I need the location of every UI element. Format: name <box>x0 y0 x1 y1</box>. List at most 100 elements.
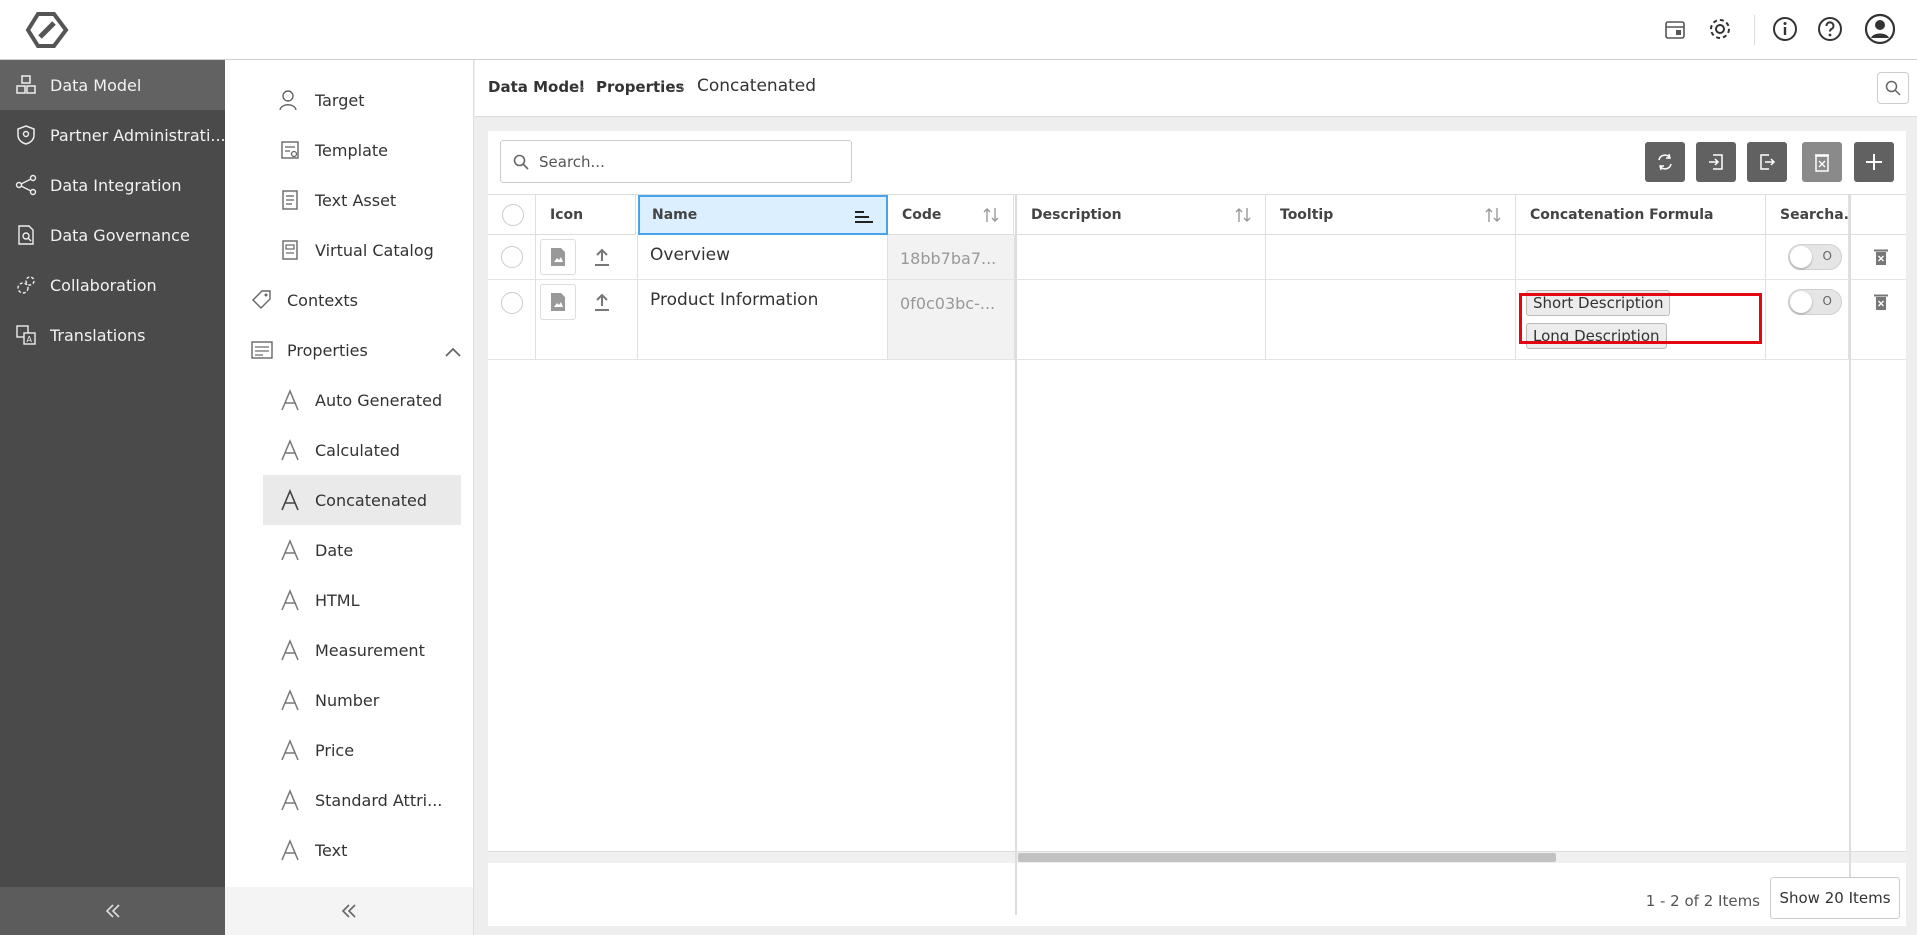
row-description-cell[interactable] <box>1015 235 1266 280</box>
import-button[interactable] <box>1696 142 1736 182</box>
attribute-a-icon <box>277 487 303 513</box>
frozen-scrollbar[interactable] <box>488 851 1015 863</box>
submenu-item-calculated[interactable]: Calculated <box>263 425 461 475</box>
collapse-nav-button[interactable] <box>0 887 225 935</box>
search-input[interactable] <box>539 152 829 171</box>
row-formula-cell[interactable] <box>1516 235 1766 280</box>
nav-item-translations[interactable]: A Translations <box>0 310 225 360</box>
submenu-item-template[interactable]: Template <box>263 125 461 175</box>
collapse-submenu-button[interactable] <box>225 887 473 935</box>
submenu-item-price[interactable]: Price <box>263 725 461 775</box>
column-header-code[interactable]: Code <box>888 195 1014 235</box>
row-name-cell[interactable]: Overview <box>638 235 888 280</box>
row-select-checkbox[interactable] <box>500 246 523 268</box>
column-header-searchable[interactable]: Searcha.. <box>1766 195 1849 235</box>
help-icon[interactable] <box>1815 14 1845 44</box>
sort-descending-icon[interactable] <box>854 207 874 227</box>
submenu-item-text[interactable]: Text <box>263 825 461 875</box>
column-header-label: Tooltip <box>1280 206 1334 223</box>
column-header-concatenation-formula[interactable]: Concatenation Formula <box>1516 195 1766 235</box>
import-icon <box>1709 154 1723 170</box>
sort-icon[interactable] <box>1233 205 1253 225</box>
properties-panel: Icon Name Code Description Tooltip Conca… <box>488 131 1906 926</box>
submenu-item-concatenated[interactable]: Concatenated <box>263 475 461 525</box>
chevron-up-icon[interactable] <box>445 342 461 361</box>
submenu-item-text-asset[interactable]: Text Asset <box>263 175 461 225</box>
row-tooltip-cell[interactable] <box>1266 235 1516 280</box>
app-logo[interactable] <box>24 10 70 50</box>
delete-icon[interactable] <box>1871 246 1891 268</box>
column-header-description[interactable]: Description <box>1015 195 1266 235</box>
row-actions-cell <box>1849 280 1906 360</box>
submenu-item-date[interactable]: Date <box>263 525 461 575</box>
actions-scrollbar[interactable] <box>1851 851 1906 863</box>
sort-icon[interactable] <box>1483 205 1503 225</box>
row-name-cell[interactable]: Product Information <box>638 280 888 360</box>
row-select-cell <box>488 280 536 360</box>
horizontal-scrollbar-thumb[interactable] <box>1018 853 1556 862</box>
delete-icon[interactable] <box>1871 291 1891 313</box>
topbar-divider <box>1754 15 1755 45</box>
select-all-checkbox[interactable] <box>502 203 524 226</box>
submenu-item-label: Contexts <box>287 290 359 310</box>
row-description-cell[interactable] <box>1015 280 1266 360</box>
sort-icon[interactable] <box>981 205 1001 225</box>
info-icon[interactable] <box>1770 14 1800 44</box>
nav-item-label: Translations <box>50 325 146 345</box>
template-icon <box>277 137 303 163</box>
breadcrumb-properties[interactable]: Properties <box>596 78 684 96</box>
submenu-item-label: Concatenated <box>315 490 428 510</box>
add-button[interactable] <box>1854 142 1894 182</box>
submenu-item-measurement[interactable]: Measurement <box>263 625 461 675</box>
export-button[interactable] <box>1747 142 1787 182</box>
column-header-tooltip[interactable]: Tooltip <box>1266 195 1516 235</box>
column-header-name[interactable]: Name <box>638 195 888 235</box>
upload-icon[interactable] <box>590 290 614 314</box>
submenu-item-html[interactable]: HTML <box>263 575 461 625</box>
search-icon <box>1885 80 1901 96</box>
column-header-label: Name <box>652 207 698 223</box>
calendar-icon[interactable] <box>1660 14 1690 44</box>
delete-selected-button[interactable] <box>1802 142 1842 182</box>
submenu-item-auto-generated[interactable]: Auto Generated <box>263 375 461 425</box>
upload-icon[interactable] <box>590 245 614 269</box>
row-icon-cell <box>536 235 638 280</box>
column-header-label: Code <box>902 206 942 223</box>
column-header-icon[interactable]: Icon <box>536 195 636 235</box>
select-all-header <box>488 195 536 235</box>
gear-icon[interactable] <box>1705 14 1735 44</box>
searchable-toggle[interactable]: O <box>1788 289 1842 315</box>
submenu-item-label: Text <box>315 840 348 860</box>
refresh-button[interactable] <box>1645 142 1685 182</box>
searchable-toggle[interactable]: O <box>1788 244 1842 270</box>
delete-icon <box>1815 154 1829 172</box>
page-size-button[interactable]: Show 20 Items <box>1770 877 1900 919</box>
nav-item-collaboration[interactable]: Collaboration <box>0 260 225 310</box>
text-document-icon <box>277 187 303 213</box>
row-select-checkbox[interactable] <box>501 292 523 314</box>
submenu-item-contexts[interactable]: Contexts <box>249 275 447 325</box>
nav-item-data-model[interactable]: Data Model <box>0 60 225 110</box>
submenu-item-target[interactable]: Target <box>263 75 461 125</box>
submenu-item-virtual-catalog[interactable]: Virtual Catalog <box>263 225 461 275</box>
nav-item-data-integration[interactable]: Data Integration <box>0 160 225 210</box>
global-search-button[interactable] <box>1877 72 1909 104</box>
row-tooltip-cell[interactable] <box>1266 280 1516 360</box>
row-code-cell: 18bb7ba7... <box>888 235 1015 280</box>
submenu-item-number[interactable]: Number <box>263 675 461 725</box>
submenu-item-standard-attribute[interactable]: Standard Attri... <box>263 775 461 825</box>
image-placeholder-icon[interactable] <box>540 239 576 275</box>
user-icon[interactable] <box>1863 12 1897 46</box>
image-placeholder-icon[interactable] <box>540 284 576 320</box>
breadcrumb-data-model[interactable]: Data Model <box>488 78 584 96</box>
submenu-item-label: Number <box>315 690 380 710</box>
toggle-label: O <box>1822 294 1832 308</box>
submenu-item-properties[interactable]: Properties <box>249 325 461 375</box>
submenu-item-label: Target <box>315 90 365 110</box>
submenu-item-label: Auto Generated <box>315 390 443 410</box>
pagination-count: 1 - 2 of 2 Items <box>1645 892 1760 910</box>
nav-item-data-governance[interactable]: Data Governance <box>0 210 225 260</box>
toggle-knob <box>1790 291 1812 313</box>
nav-item-partner-administration[interactable]: Partner Administrati... <box>0 110 225 160</box>
row-searchable-cell: O <box>1766 280 1849 360</box>
